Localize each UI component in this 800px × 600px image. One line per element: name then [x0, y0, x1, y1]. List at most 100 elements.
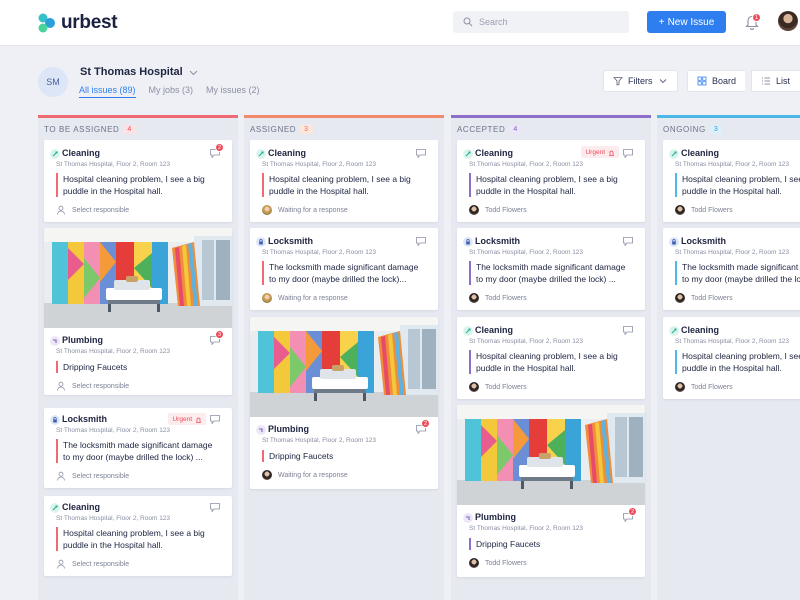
comment-icon[interactable] [623, 237, 633, 246]
logo-icon [38, 13, 55, 33]
issue-photo [250, 317, 438, 417]
plus-icon: + [658, 16, 665, 28]
column-title: ONGOING [663, 124, 706, 134]
card-footer[interactable]: Select responsible [56, 559, 129, 569]
card-footer[interactable]: Todd Flowers [469, 382, 527, 392]
comment-badge: 2 [421, 419, 430, 428]
card-description: Hospital cleaning problem, I see a big p… [675, 350, 800, 374]
plumbing-icon [463, 513, 473, 523]
card-location: St Thomas Hospital, Floor 2, Room 123 [469, 249, 584, 256]
comment-badge: 2 [628, 507, 637, 516]
card-footer[interactable]: Waiting for a response [262, 205, 348, 215]
issue-card[interactable]: Locksmith St Thomas Hospital, Floor 2, R… [663, 228, 800, 310]
card-footer[interactable]: Todd Flowers [675, 382, 733, 392]
user-avatar[interactable] [778, 11, 798, 31]
card-description: Dripping Faucets [262, 450, 432, 462]
issue-card[interactable]: Cleaning St Thomas Hospital, Floor 2, Ro… [250, 140, 438, 222]
filters-button[interactable]: Filters [603, 70, 678, 92]
tab-my-issues[interactable]: My issues (2) [206, 85, 260, 98]
column-count: 4 [123, 124, 136, 134]
comment-icon[interactable] [623, 326, 633, 335]
comment-icon[interactable] [210, 415, 220, 424]
responsible-label: Select responsible [72, 206, 130, 214]
logo[interactable]: urbest [38, 11, 118, 35]
comment-icon[interactable] [623, 149, 633, 158]
board-view-button[interactable]: Board [687, 70, 746, 92]
list-view-button[interactable]: List [751, 70, 800, 92]
issue-card[interactable]: Plumbing 2 St Thomas Hospital, Floor 2, … [457, 405, 645, 577]
issue-photo [457, 405, 645, 505]
top-bar: urbest + New Issue 1 [0, 0, 800, 46]
issue-card[interactable]: Locksmith St Thomas Hospital, Floor 2, R… [250, 228, 438, 310]
responsible-label: Select responsible [72, 472, 130, 480]
comment-icon[interactable] [416, 237, 426, 246]
search-input[interactable] [479, 17, 619, 27]
assignee-avatar [262, 293, 272, 303]
column-title: ACCEPTED [457, 124, 506, 134]
search-box[interactable] [453, 11, 629, 33]
card-footer[interactable]: Todd Flowers [675, 205, 733, 215]
issue-card[interactable]: Cleaning St Thomas Hospital, Floor 2, Ro… [44, 496, 232, 576]
assignee-name: Todd Flowers [691, 383, 733, 391]
column-title: ASSIGNED [250, 124, 297, 134]
card-title: Plumbing [62, 335, 103, 345]
new-issue-button[interactable]: + New Issue [647, 11, 726, 33]
card-footer[interactable]: Todd Flowers [469, 558, 527, 568]
cleaning-icon [669, 326, 679, 336]
comment-icon[interactable] [210, 503, 220, 512]
issue-card[interactable]: Cleaning St Thomas Hospital, Floor 2, Ro… [457, 317, 645, 399]
responsible-label: Select responsible [72, 560, 130, 568]
card-footer[interactable]: Todd Flowers [675, 293, 733, 303]
issue-card[interactable]: Cleaning 2 St Thomas Hospital, Floor 2, … [44, 140, 232, 222]
card-footer[interactable]: Todd Flowers [469, 293, 527, 303]
card-footer[interactable]: Select responsible [56, 471, 129, 481]
assignee-name: Todd Flowers [691, 294, 733, 302]
card-location: St Thomas Hospital, Floor 2, Room 123 [262, 161, 377, 168]
column-header: ASSIGNED 3 [244, 118, 444, 140]
org-selector[interactable]: St Thomas Hospital [80, 66, 198, 78]
issue-card[interactable]: Locksmith Urgent St Thomas Hospital, Flo… [44, 408, 232, 488]
notification-badge: 1 [752, 13, 761, 22]
column-header: TO BE ASSIGNED 4 [38, 118, 238, 140]
card-footer[interactable]: Select responsible [56, 381, 129, 391]
card-title: Plumbing [475, 512, 516, 522]
card-title: Cleaning [268, 148, 307, 158]
card-location: St Thomas Hospital, Floor 2, Room 123 [675, 161, 790, 168]
assignee-name: Todd Flowers [485, 383, 527, 391]
issue-card[interactable]: Cleaning St Thomas Hospital, Floor 2, Ro… [663, 317, 800, 399]
card-location: St Thomas Hospital, Floor 2, Room 123 [56, 161, 171, 168]
card-description: The locksmith made significant damage to… [262, 261, 432, 285]
chevron-down-icon [659, 79, 666, 84]
issue-card[interactable]: Plumbing 2 St Thomas Hospital, Floor 2, … [250, 317, 438, 489]
comment-icon[interactable] [416, 149, 426, 158]
assignee-avatar [675, 293, 685, 303]
issue-card[interactable]: Locksmith St Thomas Hospital, Floor 2, R… [457, 228, 645, 310]
org-name: St Thomas Hospital [80, 66, 183, 78]
cleaning-icon [50, 149, 60, 159]
card-footer[interactable]: Waiting for a response [262, 470, 348, 480]
card-location: St Thomas Hospital, Floor 2, Room 123 [262, 249, 377, 256]
comment-badge: 3 [215, 330, 224, 339]
issue-card[interactable]: Cleaning St Thomas Hospital, Floor 2, Ro… [663, 140, 800, 222]
card-footer[interactable]: Todd Flowers [469, 205, 527, 215]
cleaning-icon [463, 326, 473, 336]
card-footer[interactable]: Select responsible [56, 205, 129, 215]
issue-card[interactable]: Plumbing 3 St Thomas Hospital, Floor 2, … [44, 228, 232, 395]
tab-my-jobs[interactable]: My jobs (3) [149, 85, 194, 98]
card-description: Hospital cleaning problem, I see a big p… [56, 527, 226, 551]
assignee-avatar [469, 558, 479, 568]
status-label: Waiting for a response [278, 206, 348, 214]
column-count: 3 [709, 124, 723, 134]
locksmith-icon [256, 237, 266, 247]
assignee-avatar [469, 382, 479, 392]
card-location: St Thomas Hospital, Floor 2, Room 123 [675, 338, 790, 345]
card-title: Locksmith [268, 236, 314, 246]
issue-card[interactable]: Cleaning Urgent St Thomas Hospital, Floo… [457, 140, 645, 222]
grid-icon [697, 76, 707, 86]
card-title: Cleaning [681, 148, 720, 158]
card-location: St Thomas Hospital, Floor 2, Room 123 [469, 161, 584, 168]
card-location: St Thomas Hospital, Floor 2, Room 123 [469, 338, 584, 345]
card-footer[interactable]: Waiting for a response [262, 293, 348, 303]
tab-all-issues[interactable]: All issues (89) [79, 85, 136, 98]
assignee-name: Todd Flowers [485, 206, 527, 214]
